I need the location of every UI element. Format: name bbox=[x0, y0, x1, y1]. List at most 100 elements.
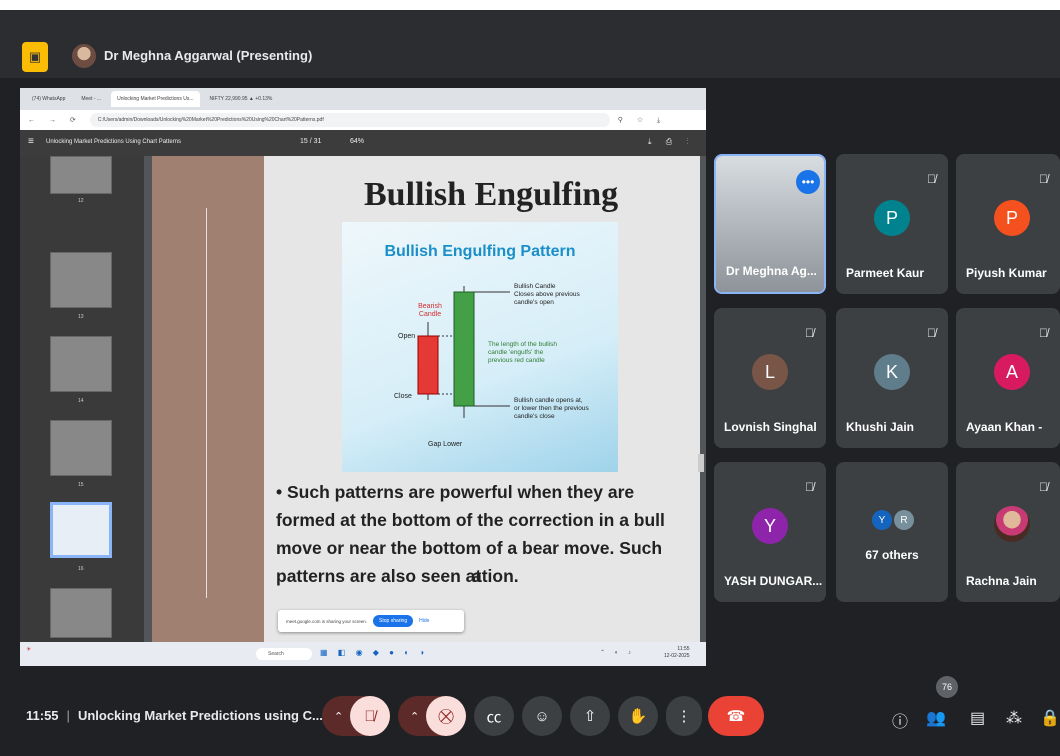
others-tile[interactable]: Y R 67 others bbox=[836, 462, 948, 602]
meeting-info: 11:55 | Unlocking Market Predictions using… bbox=[26, 708, 323, 723]
taskbar-search[interactable]: Search bbox=[256, 648, 312, 660]
thumb-number: 14 bbox=[78, 398, 84, 404]
participant-tile[interactable]: A Ayaan Khan - 🎙̸ bbox=[956, 308, 1060, 448]
stop-sharing-button[interactable]: Stop sharing bbox=[373, 615, 414, 627]
avatar: P bbox=[874, 200, 910, 236]
activities-icon[interactable]: ⁂ bbox=[1006, 708, 1022, 728]
diagram-title: Bullish Engulfing Pattern bbox=[384, 243, 575, 260]
emoji-button[interactable]: ☺ bbox=[522, 696, 562, 736]
thumbnail[interactable] bbox=[50, 588, 112, 638]
browser-tab[interactable]: NIFTY 22,990.95 ▲ +0.13% bbox=[204, 91, 279, 107]
camera-control[interactable]: ⌃ ⛒ bbox=[398, 696, 466, 736]
pdf-page: Bullish Engulfing Bullish Engulfing Patt… bbox=[152, 156, 700, 642]
avatar: L bbox=[752, 354, 788, 390]
browser-tab[interactable]: Unlocking Market Predictions Us... bbox=[111, 91, 200, 107]
mic-off-icon: 🎙̸ bbox=[1039, 480, 1048, 494]
avatar: R bbox=[894, 510, 914, 530]
open-lower-note: Bullish candle opens at, or lower then th… bbox=[514, 397, 590, 420]
bullish-candle bbox=[453, 291, 475, 407]
participant-tile-self[interactable]: ••• Dr Meghna Ag... bbox=[714, 154, 826, 294]
slide-title: Bullish Engulfing bbox=[364, 176, 619, 213]
participant-name: Dr Meghna Ag... bbox=[726, 264, 817, 278]
hand-icon: ✋ bbox=[628, 708, 648, 725]
browser-tab[interactable]: (74) WhatsApp bbox=[26, 91, 71, 107]
hang-up-icon: ☎ bbox=[726, 708, 746, 725]
pdf-viewer[interactable]: Bullish Engulfing Bullish Engulfing Patt… bbox=[144, 156, 706, 642]
open-label: Open bbox=[398, 333, 415, 340]
pdf-toolbar: ≡ Unlocking Market Predictions Using Cha… bbox=[20, 130, 706, 156]
avatar bbox=[994, 506, 1030, 542]
camera-off-icon[interactable]: ⛒ bbox=[426, 696, 466, 736]
bearish-candle bbox=[417, 335, 439, 395]
thumbnail[interactable] bbox=[50, 156, 112, 194]
pdf-page-indicator[interactable]: 15 / 31 bbox=[300, 138, 321, 145]
taskbar-clock[interactable]: 11:55 12-02-2025 bbox=[664, 646, 690, 660]
avatar: Y bbox=[872, 510, 892, 530]
weather-icon[interactable]: ☀ bbox=[26, 646, 31, 653]
captions-button[interactable]: ㏄ bbox=[474, 696, 514, 736]
nav-icons[interactable]: ← → ⟳ bbox=[28, 116, 82, 124]
thumb-number: 15 bbox=[78, 482, 84, 488]
taskbar-apps-icon[interactable]: ▦ ◧ ◉ ◆ ● ◐ ◑ bbox=[320, 648, 428, 657]
bookmark-icon[interactable]: ⚲ ☆ ⤓ bbox=[618, 116, 666, 125]
others-avatars: Y R bbox=[872, 510, 914, 530]
thumbnail[interactable] bbox=[50, 252, 112, 308]
pdf-zoom[interactable]: 64% bbox=[350, 138, 364, 145]
presenter-name: Dr Meghna Aggarwal (Presenting) bbox=[104, 48, 313, 63]
mic-off-icon[interactable]: 🎙̸ bbox=[350, 696, 390, 736]
participant-tile[interactable]: Rachna Jain 🎙̸ bbox=[956, 462, 1060, 602]
participant-tile[interactable]: K Khushi Jain 🎙̸ bbox=[836, 308, 948, 448]
thumbnail-selected[interactable] bbox=[50, 502, 112, 558]
presentation-icon[interactable]: ▣ bbox=[22, 42, 48, 72]
others-count: 67 others bbox=[865, 548, 919, 562]
scrollbar[interactable] bbox=[698, 454, 704, 472]
close-label: Close bbox=[394, 393, 412, 400]
address-bar: ← → ⟳ C:/Users/admin/Downloads/Unlocking… bbox=[20, 110, 706, 130]
top-strip bbox=[0, 0, 1060, 10]
participant-tile[interactable]: P Parmeet Kaur 🎙̸ bbox=[836, 154, 948, 294]
people-icon[interactable]: 👥 bbox=[926, 708, 946, 728]
chevron-up-icon[interactable]: ⌃ bbox=[410, 710, 419, 723]
browser-tab[interactable]: Meet - ... bbox=[75, 91, 107, 107]
separator: | bbox=[66, 708, 70, 723]
participant-tile[interactable]: P Piyush Kumar 🎙̸ bbox=[956, 154, 1060, 294]
tray-icons[interactable]: ⌃ ◐ ♪ bbox=[600, 649, 635, 656]
mic-off-icon: 🎙̸ bbox=[927, 172, 936, 186]
more-options-icon[interactable]: ••• bbox=[796, 170, 820, 194]
bullish-label: Bullish Candle Closes above previous candl… bbox=[514, 283, 581, 306]
pdf-thumbnails: 12 13 14 15 16 bbox=[20, 156, 144, 642]
engulf-note: The length of the bullish candle 'engulfs… bbox=[488, 341, 557, 364]
leave-call-button[interactable]: ☎ bbox=[708, 696, 764, 736]
present-button[interactable]: ⇧ bbox=[570, 696, 610, 736]
slide-left-panel bbox=[152, 156, 264, 642]
info-icon[interactable]: ⓘ bbox=[892, 708, 908, 732]
engulfing-diagram: Bullish Engulfing Pattern Bearish Candle … bbox=[342, 222, 618, 472]
participant-tile[interactable]: L Lovnish Singhal 🎙̸ bbox=[714, 308, 826, 448]
raise-hand-button[interactable]: ✋ bbox=[618, 696, 658, 736]
sharing-text: meet.google.com is sharing your screen. bbox=[286, 618, 368, 624]
host-controls-icon[interactable]: 🔒 bbox=[1040, 708, 1060, 728]
mic-off-icon: 🎙̸ bbox=[1039, 326, 1048, 340]
bullet-text: • Such patterns are powerful when they a… bbox=[276, 482, 665, 586]
chat-icon[interactable]: ▤ bbox=[970, 708, 985, 728]
chevron-up-icon[interactable]: ⌃ bbox=[334, 710, 343, 723]
more-options-button[interactable]: ⋮ bbox=[666, 696, 702, 736]
hide-button[interactable]: Hide bbox=[419, 618, 429, 624]
clock: 11:55 bbox=[26, 708, 59, 723]
mic-off-icon: 🎙̸ bbox=[805, 326, 814, 340]
thumbnail[interactable] bbox=[50, 420, 112, 476]
avatar bbox=[72, 44, 96, 68]
mic-off-icon: 🎙̸ bbox=[1039, 172, 1048, 186]
participant-tile[interactable]: Y YASH DUNGAR... 🎙̸ bbox=[714, 462, 826, 602]
bullet-tail: ation. bbox=[472, 566, 519, 586]
url-field[interactable]: C:/Users/admin/Downloads/Unlocking%20Mar… bbox=[89, 113, 610, 127]
download-icon[interactable]: ⤓ ⎙ ⋮ bbox=[648, 137, 694, 147]
mic-control[interactable]: ⌃ 🎙̸ bbox=[322, 696, 390, 736]
bearish-label: Bearish Candle bbox=[418, 303, 442, 318]
participant-name: Khushi Jain bbox=[846, 420, 915, 434]
menu-icon[interactable]: ≡ bbox=[28, 136, 34, 147]
emoji-icon: ☺ bbox=[534, 707, 550, 725]
gap-label: Gap Lower bbox=[428, 441, 463, 448]
thumbnail[interactable] bbox=[50, 336, 112, 392]
participant-name: Piyush Kumar bbox=[966, 266, 1047, 280]
